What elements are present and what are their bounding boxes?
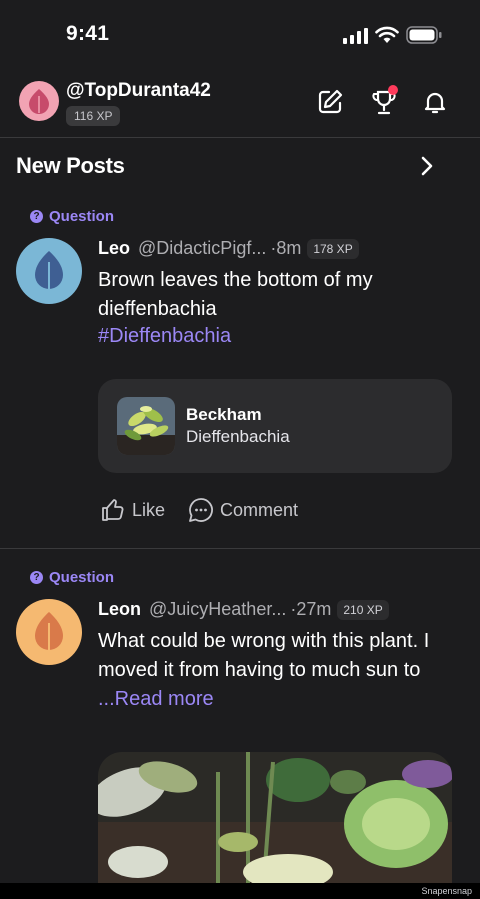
post-card[interactable]: ? Question Leo @DidacticPigf... ·8m 178 … — [0, 0, 480, 548]
author-xp-badge: 210 XP — [337, 599, 389, 620]
post-time: ·8m — [270, 238, 302, 258]
plant-species: Dieffenbachia — [186, 427, 290, 446]
question-tag: ? Question — [30, 208, 114, 225]
author-handle[interactable]: @JuicyHeather... — [149, 599, 286, 620]
plant-card[interactable]: Beckham Dieffenbachia — [98, 379, 452, 473]
like-button[interactable]: Like — [100, 497, 165, 523]
like-label: Like — [132, 499, 166, 520]
author-name[interactable]: Leo — [98, 238, 130, 259]
post-author-avatar[interactable] — [16, 599, 82, 665]
read-more-link[interactable]: ...Read more — [98, 688, 214, 710]
author-xp-badge: 178 XP — [307, 238, 359, 259]
question-icon: ? — [30, 210, 43, 223]
comment-button[interactable]: Comment — [188, 497, 298, 523]
author-name[interactable]: Leon — [98, 599, 141, 620]
thumbs-up-icon — [102, 499, 124, 521]
leaf-icon — [35, 251, 63, 292]
post-hashtag[interactable]: #Dieffenbachia — [98, 325, 231, 348]
post-text[interactable]: What could be wrong with this plant. I m… — [98, 627, 458, 714]
post-text[interactable]: Brown leaves the bottom of my dieffenbac… — [98, 266, 458, 324]
question-tag: ? Question — [30, 569, 114, 586]
post-meta: Leon @JuicyHeather... ·27m 210 XP — [98, 599, 389, 620]
post-author-avatar[interactable] — [16, 238, 82, 304]
comment-icon — [189, 498, 213, 522]
post-text-content: What could be wrong with this plant. I m… — [98, 630, 430, 681]
leaf-icon — [35, 612, 63, 653]
post-time: ·27m — [290, 599, 332, 619]
question-icon: ? — [30, 571, 43, 584]
author-handle[interactable]: @DidacticPigf... — [138, 238, 266, 259]
question-tag-label: Question — [49, 208, 115, 225]
post-meta: Leo @DidacticPigf... ·8m 178 XP — [98, 238, 359, 259]
plant-thumbnail — [117, 397, 175, 455]
question-tag-label: Question — [49, 569, 115, 586]
plant-name: Beckham — [186, 405, 262, 424]
post-image[interactable] — [98, 752, 452, 892]
watermark: Snapensnap — [0, 883, 480, 899]
comment-label: Comment — [220, 499, 299, 520]
